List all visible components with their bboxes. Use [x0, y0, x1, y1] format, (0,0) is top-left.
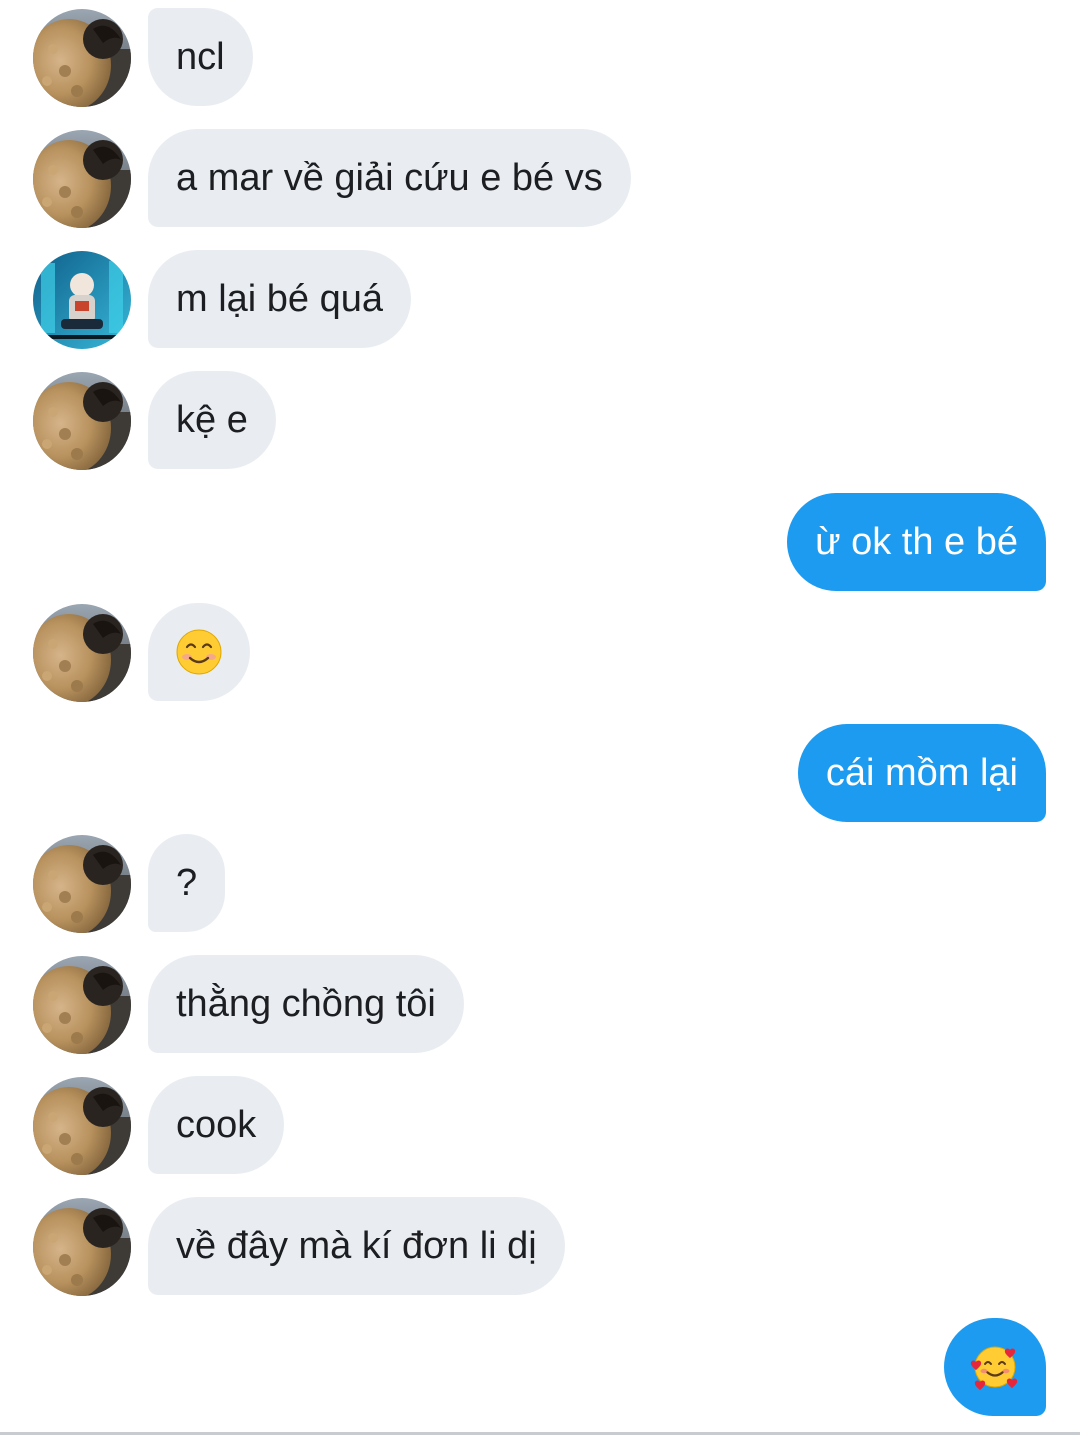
- outgoing-message-bubble[interactable]: ừ ok th e bé: [787, 493, 1046, 591]
- message-text: cook: [176, 1104, 257, 1146]
- message-row: về đây mà kí đơn li dị: [0, 1197, 1080, 1297]
- message-row: cái mồm lại: [0, 724, 1080, 824]
- teddy-coat-avatar[interactable]: [33, 1077, 131, 1175]
- outgoing-message-bubble[interactable]: cái mồm lại: [797, 724, 1046, 822]
- message-text: cái mồm lại: [825, 752, 1018, 794]
- incoming-message-bubble[interactable]: kệ e: [148, 371, 276, 469]
- message-row: ?: [0, 834, 1080, 934]
- message-row: cook: [0, 1076, 1080, 1176]
- teddy-coat-avatar[interactable]: [33, 1198, 131, 1296]
- smiling-face-with-hearts-emoji: [970, 1346, 1018, 1390]
- incoming-message-bubble[interactable]: về đây mà kí đơn li dị: [148, 1197, 565, 1295]
- message-row: kệ e: [0, 371, 1080, 471]
- teddy-coat-avatar[interactable]: [33, 9, 131, 107]
- incoming-message-bubble[interactable]: ncl: [148, 8, 253, 106]
- message-row: ncl: [0, 8, 1080, 108]
- incoming-message-bubble[interactable]: cook: [148, 1076, 285, 1174]
- message-row: ừ ok th e bé: [0, 493, 1080, 593]
- message-text: a mar về giải cứu e bé vs: [176, 157, 603, 199]
- message-text: kệ e: [176, 399, 248, 441]
- incoming-message-bubble[interactable]: a mar về giải cứu e bé vs: [148, 129, 631, 227]
- message-row: m lại bé quá: [0, 250, 1080, 350]
- message-row: a mar về giải cứu e bé vs: [0, 129, 1080, 229]
- teddy-coat-avatar[interactable]: [33, 604, 131, 702]
- message-row: thằng chồng tôi: [0, 955, 1080, 1055]
- teddy-coat-avatar[interactable]: [33, 130, 131, 228]
- teddy-coat-avatar[interactable]: [33, 835, 131, 933]
- outgoing-message-bubble[interactable]: [944, 1318, 1046, 1416]
- message-text: m lại bé quá: [176, 278, 384, 320]
- message-text: thằng chồng tôi: [176, 983, 436, 1025]
- incoming-message-bubble[interactable]: ?: [148, 834, 226, 932]
- message-text: về đây mà kí đơn li dị: [176, 1225, 537, 1267]
- incoming-message-bubble[interactable]: m lại bé quá: [148, 250, 412, 348]
- message-row: [0, 1318, 1080, 1418]
- smiling-face-emoji: [176, 629, 222, 675]
- teddy-coat-avatar[interactable]: [33, 956, 131, 1054]
- blue-poster-avatar[interactable]: [33, 251, 131, 349]
- message-text: ?: [176, 862, 198, 904]
- teddy-coat-avatar[interactable]: [33, 372, 131, 470]
- message-row: [0, 603, 1080, 703]
- incoming-message-bubble[interactable]: [148, 603, 250, 701]
- message-text: ừ ok th e bé: [815, 521, 1018, 563]
- incoming-message-bubble[interactable]: thằng chồng tôi: [148, 955, 464, 1053]
- message-text: ncl: [176, 36, 225, 78]
